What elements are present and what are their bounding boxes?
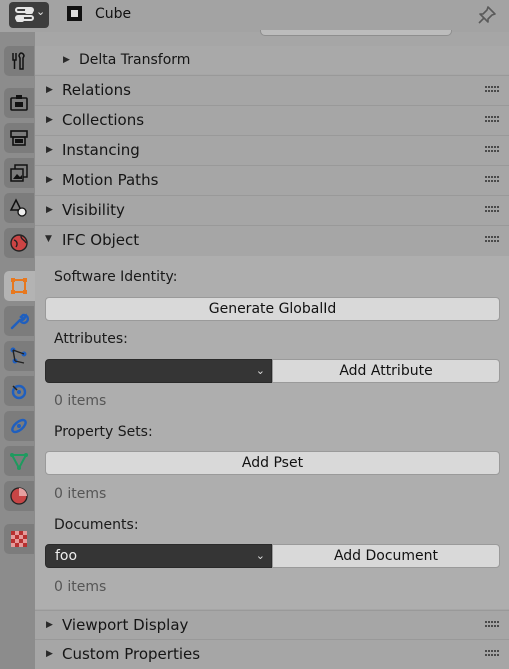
- pin-icon[interactable]: [477, 5, 497, 25]
- tab-world[interactable]: [4, 228, 34, 258]
- checker-texture-icon: [11, 531, 27, 547]
- drag-grip-icon[interactable]: [485, 116, 499, 124]
- mesh-triangle-icon: [10, 453, 28, 471]
- document-dropdown[interactable]: foo ⌄: [45, 544, 272, 568]
- property-sets-label: Property Sets:: [54, 424, 153, 440]
- tab-output[interactable]: [4, 123, 34, 153]
- wrench-icon: [10, 313, 29, 330]
- triangle-right-icon: ▶: [46, 175, 53, 185]
- drag-grip-icon[interactable]: [485, 206, 499, 214]
- cube-object-icon: [67, 6, 82, 21]
- tab-data[interactable]: [4, 446, 34, 476]
- triangle-right-icon: ▶: [46, 115, 53, 125]
- panel-visibility[interactable]: ▶ Visibility: [35, 195, 509, 225]
- tab-particles[interactable]: [4, 341, 34, 371]
- subpanel-delta-transform[interactable]: ▶ Delta Transform: [35, 46, 509, 74]
- panel-label: Visibility: [62, 201, 125, 219]
- panel-label: Relations: [62, 81, 131, 99]
- editor-type-button[interactable]: ⌄: [9, 2, 49, 28]
- attributes-label: Attributes:: [54, 331, 128, 347]
- documents-count: 0 items: [54, 579, 107, 595]
- panel-label: Motion Paths: [62, 171, 159, 189]
- globe-icon: [10, 234, 28, 252]
- tab-view-layer[interactable]: [4, 158, 34, 188]
- drag-grip-icon[interactable]: [485, 621, 499, 629]
- panel-label: IFC Object: [62, 231, 140, 249]
- wrench-screwdriver-icon: [12, 52, 25, 70]
- panel-custom-properties[interactable]: ▶ Custom Properties: [35, 639, 509, 669]
- software-identity-label: Software Identity:: [54, 269, 178, 285]
- panel-viewport-display[interactable]: ▶ Viewport Display: [35, 610, 509, 640]
- tab-object[interactable]: [4, 271, 35, 301]
- generate-globalid-button[interactable]: Generate GlobalId: [45, 297, 500, 321]
- panel-label: Custom Properties: [62, 645, 201, 663]
- constraint-icon: [11, 418, 27, 434]
- document-dropdown-value: foo: [55, 548, 78, 564]
- attribute-dropdown[interactable]: ⌄: [45, 359, 272, 383]
- panel-motion-paths[interactable]: ▶ Motion Paths: [35, 165, 509, 195]
- panel-label: Instancing: [62, 141, 140, 159]
- drag-grip-icon[interactable]: [485, 176, 499, 184]
- add-attribute-button[interactable]: Add Attribute: [272, 359, 500, 383]
- panel-ifc-object[interactable]: ▼ IFC Object: [35, 225, 509, 255]
- tab-texture[interactable]: [4, 524, 34, 554]
- tab-physics[interactable]: [4, 376, 34, 406]
- tab-scene[interactable]: [4, 193, 34, 223]
- triangle-right-icon: ▶: [63, 55, 70, 65]
- triangle-right-icon: ▶: [46, 649, 53, 659]
- square-object-icon: [11, 278, 27, 294]
- add-document-button[interactable]: Add Document: [272, 544, 500, 568]
- tab-material[interactable]: [4, 481, 34, 511]
- subpanel-label: Delta Transform: [79, 52, 191, 68]
- tab-modifiers[interactable]: [4, 306, 34, 336]
- tab-constraints[interactable]: [4, 411, 34, 441]
- material-sphere-icon: [10, 487, 28, 505]
- triangle-down-icon: ▼: [45, 234, 52, 244]
- drag-grip-icon[interactable]: [485, 236, 499, 244]
- physics-orbit-icon: [11, 384, 27, 400]
- image-stack-icon: [10, 164, 28, 182]
- object-name: Cube: [95, 6, 132, 22]
- add-pset-button[interactable]: Add Pset: [45, 451, 500, 475]
- documents-label: Documents:: [54, 517, 139, 533]
- scroll-stub: [260, 30, 452, 36]
- particles-icon: [10, 347, 27, 364]
- chevron-down-icon: ⌄: [255, 549, 265, 562]
- triangle-right-icon: ▶: [46, 620, 53, 630]
- panel-label: Viewport Display: [62, 616, 189, 634]
- chevron-down-icon: ⌄: [36, 5, 46, 18]
- properties-tab-bar: [0, 32, 35, 669]
- properties-content: ▶ Delta Transform ▶ Relations ▶ Collecti…: [35, 30, 509, 669]
- panel-label: Collections: [62, 111, 145, 129]
- printer-icon: [10, 130, 28, 146]
- drag-grip-icon[interactable]: [485, 650, 499, 658]
- attributes-count: 0 items: [54, 393, 107, 409]
- drag-grip-icon[interactable]: [485, 86, 499, 94]
- cone-sphere-icon: [9, 198, 27, 217]
- tab-render[interactable]: [4, 88, 34, 118]
- triangle-right-icon: ▶: [46, 85, 53, 95]
- panel-collections[interactable]: ▶ Collections: [35, 105, 509, 135]
- chevron-down-icon: ⌄: [255, 364, 265, 377]
- psets-count: 0 items: [54, 486, 107, 502]
- triangle-right-icon: ▶: [46, 145, 53, 155]
- tab-tool[interactable]: [4, 46, 34, 76]
- properties-header: ⌄ Cube: [0, 0, 509, 33]
- panel-relations[interactable]: ▶ Relations: [35, 75, 509, 105]
- ifc-object-body: Software Identity: Generate GlobalId Att…: [35, 256, 509, 609]
- panel-instancing[interactable]: ▶ Instancing: [35, 135, 509, 165]
- properties-editor-icon: [15, 7, 34, 22]
- camera-back-icon: [10, 95, 28, 111]
- drag-grip-icon[interactable]: [485, 146, 499, 154]
- triangle-right-icon: ▶: [46, 205, 53, 215]
